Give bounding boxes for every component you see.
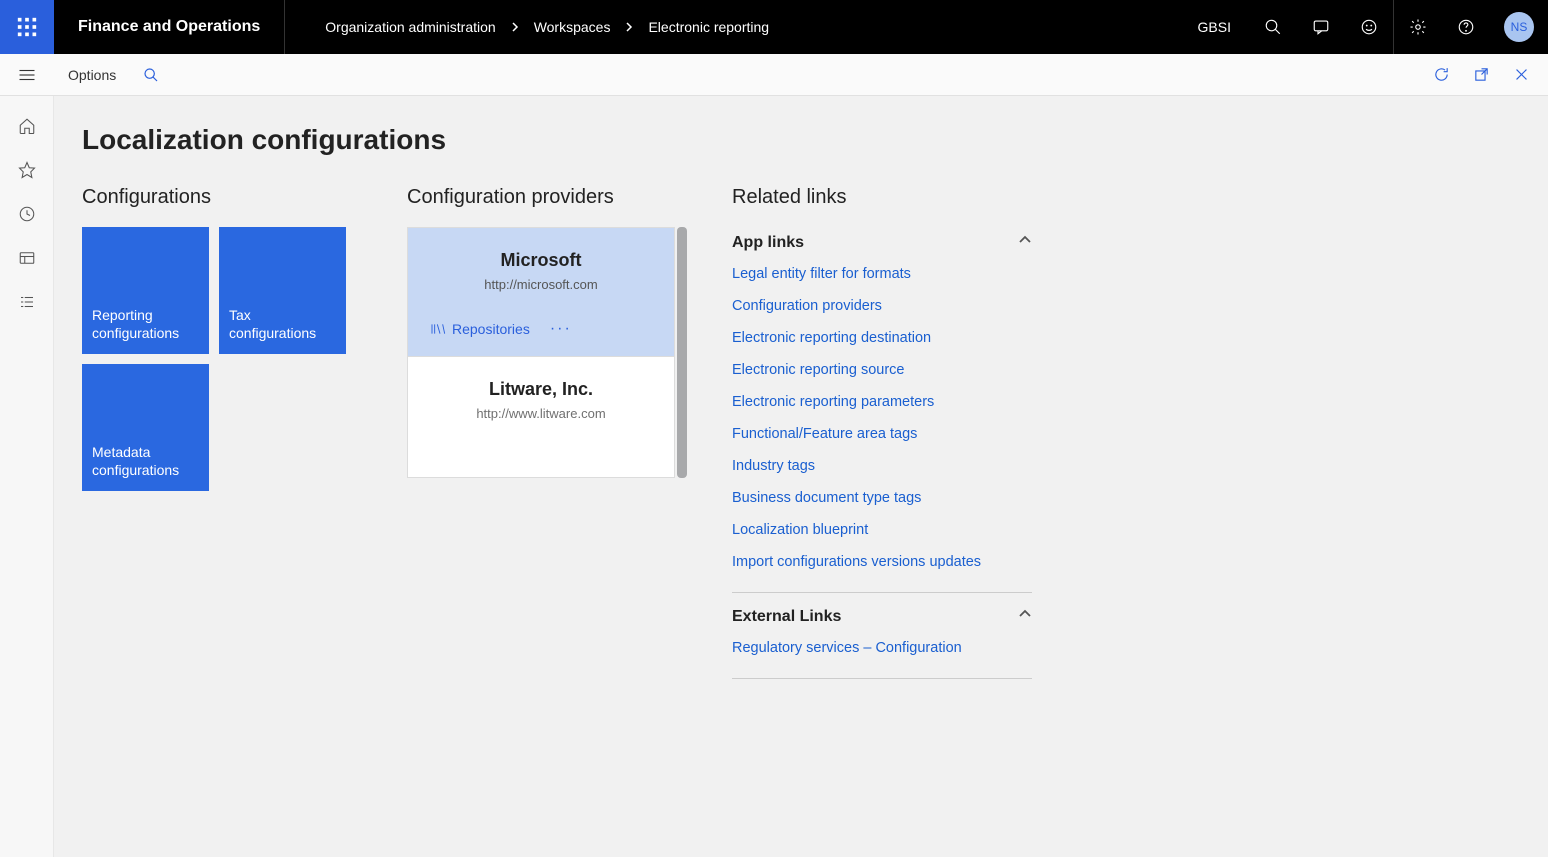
nav-recent[interactable] (0, 192, 54, 236)
help-icon (1457, 18, 1475, 36)
link-legal-entity-filter[interactable]: Legal entity filter for formats (732, 258, 1032, 290)
chevron-up-icon (1018, 233, 1032, 252)
section-title: Configuration providers (407, 186, 732, 209)
chevron-up-icon (1018, 607, 1032, 626)
close-icon (1513, 66, 1530, 83)
chevron-right-icon (624, 19, 634, 35)
group-header-app-links[interactable]: App links (732, 227, 1032, 258)
group-header-external-links[interactable]: External Links (732, 601, 1032, 632)
close-button[interactable] (1502, 54, 1540, 96)
link-business-doc-tags[interactable]: Business document type tags (732, 482, 1032, 514)
waffle-icon (16, 16, 38, 38)
provider-actions: Repositories ··· (426, 320, 656, 338)
section-title: Configurations (82, 186, 407, 209)
help-button[interactable] (1442, 0, 1490, 54)
tile-label: Tax (229, 307, 251, 325)
user-avatar[interactable]: NS (1504, 12, 1534, 42)
star-icon (18, 161, 36, 179)
external-links-list: Regulatory services – Configuration (732, 632, 1032, 679)
home-icon (18, 117, 36, 135)
repositories-icon (430, 322, 446, 336)
tile-label: configurations (229, 325, 316, 343)
link-er-destination[interactable]: Electronic reporting destination (732, 322, 1032, 354)
tile-metadata-configurations[interactable]: Metadata configurations (82, 364, 209, 491)
nav-home[interactable] (0, 104, 54, 148)
provider-card-microsoft[interactable]: Microsoft http://microsoft.com Repositor… (408, 228, 674, 357)
tiles-container: Reporting configurations Tax configurati… (82, 227, 407, 491)
options-bar: Options (54, 54, 1548, 96)
tile-label: Metadata (92, 444, 150, 462)
breadcrumb-item[interactable]: Workspaces (534, 19, 611, 35)
link-configuration-providers[interactable]: Configuration providers (732, 290, 1032, 322)
section-related-links: Related links App links Legal entity fil… (732, 186, 1032, 679)
breadcrumb-item[interactable]: Organization administration (325, 19, 495, 35)
group-title: App links (732, 234, 804, 252)
group-title: External Links (732, 608, 841, 626)
tile-label: configurations (92, 462, 179, 480)
modules-icon (18, 293, 36, 311)
link-regulatory-services[interactable]: Regulatory services – Configuration (732, 632, 1032, 664)
link-er-parameters[interactable]: Electronic reporting parameters (732, 386, 1032, 418)
tile-tax-configurations[interactable]: Tax configurations (219, 227, 346, 354)
search-icon (143, 67, 159, 83)
workspace-icon (18, 249, 36, 267)
search-icon (1264, 18, 1282, 36)
tile-label: configurations (92, 325, 179, 343)
page-search-button[interactable] (130, 54, 172, 96)
repositories-label: Repositories (452, 321, 530, 337)
tile-reporting-configurations[interactable]: Reporting configurations (82, 227, 209, 354)
section-configurations: Configurations Reporting configurations … (82, 186, 407, 679)
app-links-list: Legal entity filter for formats Configur… (732, 258, 1032, 593)
tile-label: Reporting (92, 307, 153, 325)
refresh-button[interactable] (1422, 54, 1460, 96)
gear-icon (1409, 18, 1427, 36)
provider-url: http://www.litware.com (426, 406, 656, 421)
topbar-right: GBSI NS (1180, 0, 1548, 54)
page-title: Localization configurations (82, 124, 1520, 156)
provider-name: Microsoft (426, 250, 656, 271)
popout-icon (1473, 66, 1490, 83)
more-actions-button[interactable]: ··· (544, 320, 578, 338)
provider-url: http://microsoft.com (426, 277, 656, 292)
chevron-right-icon (510, 19, 520, 35)
feedback-button[interactable] (1345, 0, 1393, 54)
breadcrumb: Organization administration Workspaces E… (285, 19, 769, 35)
section-providers: Configuration providers Microsoft http:/… (407, 186, 732, 679)
link-localization-blueprint[interactable]: Localization blueprint (732, 514, 1032, 546)
provider-name: Litware, Inc. (426, 379, 656, 400)
app-title: Finance and Operations (54, 0, 285, 54)
nav-favorites[interactable] (0, 148, 54, 192)
nav-toggle-button[interactable] (0, 54, 54, 96)
refresh-icon (1433, 66, 1450, 83)
breadcrumb-item[interactable]: Electronic reporting (648, 19, 769, 35)
smile-icon (1360, 18, 1378, 36)
options-menu[interactable]: Options (54, 67, 130, 83)
options-bar-right (1422, 54, 1548, 96)
left-nav-rail (0, 96, 54, 857)
popout-button[interactable] (1462, 54, 1500, 96)
hamburger-icon (18, 68, 36, 82)
chat-button[interactable] (1297, 0, 1345, 54)
settings-button[interactable] (1394, 0, 1442, 54)
top-bar: Finance and Operations Organization admi… (0, 0, 1548, 54)
repositories-link[interactable]: Repositories (430, 321, 530, 337)
link-functional-tags[interactable]: Functional/Feature area tags (732, 418, 1032, 450)
link-industry-tags[interactable]: Industry tags (732, 450, 1032, 482)
scrollbar[interactable] (677, 227, 687, 478)
link-er-source[interactable]: Electronic reporting source (732, 354, 1032, 386)
section-title: Related links (732, 186, 1032, 209)
search-button[interactable] (1249, 0, 1297, 54)
nav-workspaces[interactable] (0, 236, 54, 280)
link-import-config-updates[interactable]: Import configurations versions updates (732, 546, 1032, 578)
page-content: Localization configurations Configuratio… (54, 96, 1548, 857)
company-code[interactable]: GBSI (1180, 19, 1249, 35)
chat-icon (1312, 18, 1330, 36)
provider-card-litware[interactable]: Litware, Inc. http://www.litware.com (408, 357, 674, 477)
clock-icon (18, 205, 36, 223)
waffle-button[interactable] (0, 0, 54, 54)
provider-list: Microsoft http://microsoft.com Repositor… (407, 227, 675, 478)
nav-modules[interactable] (0, 280, 54, 324)
